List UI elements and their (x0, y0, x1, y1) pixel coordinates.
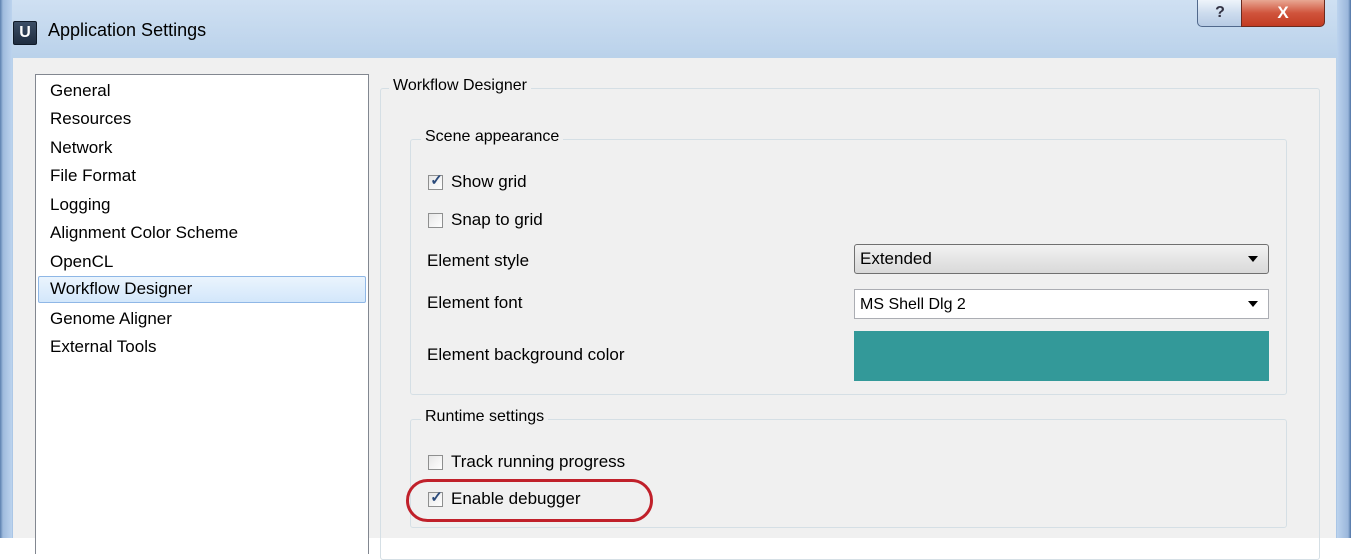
nav-item-resources[interactable]: Resources (38, 106, 366, 133)
window-right-border (1337, 0, 1351, 538)
checkmark-icon: ✓ (430, 171, 443, 189)
highlight-annotation (406, 479, 653, 522)
nav-item-alignment-color-scheme[interactable]: Alignment Color Scheme (38, 220, 366, 247)
snap-to-grid-row[interactable]: Snap to grid (428, 208, 543, 232)
element-font-value: MS Shell Dlg 2 (860, 296, 966, 313)
element-font-dropdown[interactable]: MS Shell Dlg 2 (854, 289, 1269, 319)
chevron-down-icon (1248, 301, 1258, 307)
element-style-value: Extended (860, 249, 932, 268)
nav-item-network[interactable]: Network (38, 135, 366, 162)
show-grid-label[interactable]: Show grid (451, 172, 527, 192)
close-button[interactable]: X (1241, 0, 1325, 27)
element-style-label: Element style (427, 251, 530, 270)
window-title: Application Settings (48, 20, 207, 40)
nav-item-workflow-designer[interactable]: Workflow Designer (38, 276, 366, 303)
nav-item-logging[interactable]: Logging (38, 192, 366, 219)
settings-category-list[interactable]: General Resources Network File Format Lo… (35, 74, 369, 554)
element-style-dropdown[interactable]: Extended (854, 244, 1269, 274)
element-background-color-label: Element background color (427, 345, 625, 364)
app-logo-icon: U (13, 21, 37, 45)
element-font-label: Element font (427, 293, 523, 312)
show-grid-row[interactable]: ✓ Show grid (428, 170, 527, 194)
window-left-border (0, 0, 12, 538)
element-background-color-button[interactable] (854, 331, 1269, 381)
nav-item-genome-aligner[interactable]: Genome Aligner (38, 306, 366, 333)
nav-item-file-format[interactable]: File Format (38, 163, 366, 190)
nav-item-external-tools[interactable]: External Tools (38, 334, 366, 361)
runtime-settings-title: Runtime settings (421, 408, 549, 426)
chevron-down-icon (1248, 256, 1258, 262)
workflow-designer-title: Workflow Designer (389, 77, 531, 95)
track-running-progress-label[interactable]: Track running progress (451, 452, 625, 472)
scene-appearance-title: Scene appearance (421, 128, 564, 146)
help-button[interactable]: ? (1197, 0, 1243, 27)
nav-item-general[interactable]: General (38, 78, 366, 105)
snap-to-grid-label[interactable]: Snap to grid (451, 210, 543, 230)
show-grid-checkbox[interactable]: ✓ (428, 171, 443, 190)
track-running-progress-checkbox[interactable] (428, 454, 443, 470)
title-bar[interactable]: U Application Settings ? X (0, 0, 1351, 58)
track-running-progress-row[interactable]: Track running progress (428, 450, 625, 474)
nav-item-opencl[interactable]: OpenCL (38, 249, 366, 276)
snap-to-grid-checkbox[interactable] (428, 212, 443, 228)
